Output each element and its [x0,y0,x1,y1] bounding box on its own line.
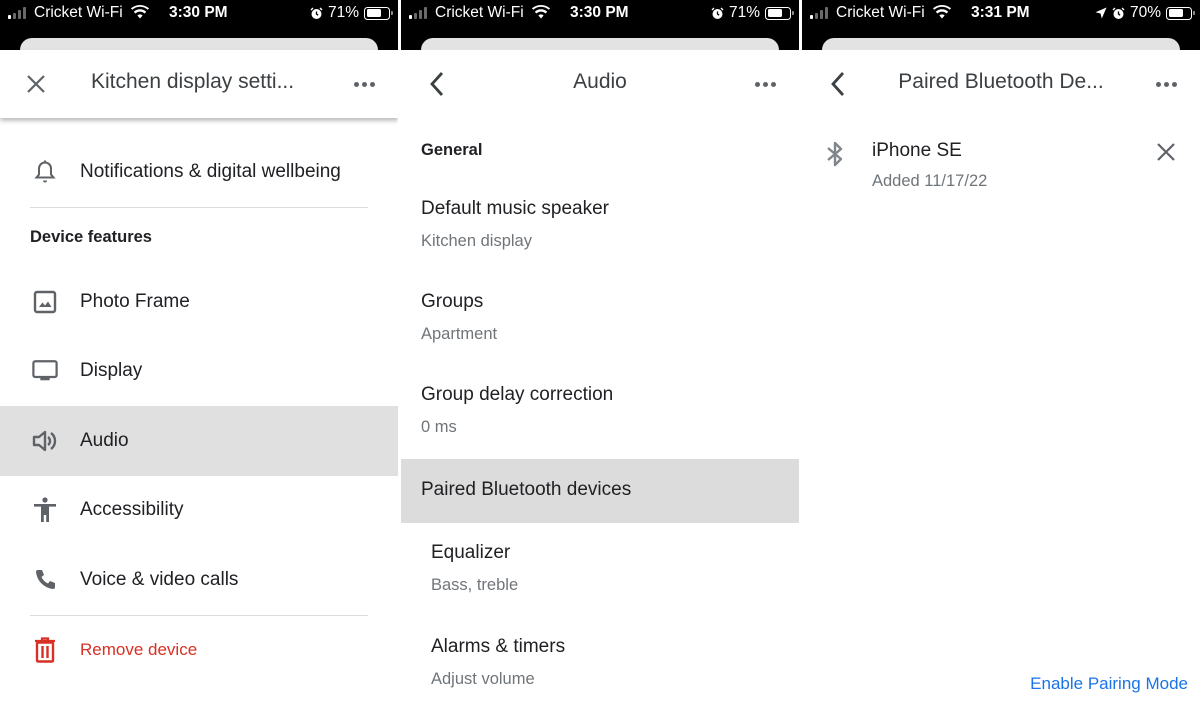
sheet: Paired Bluetooth De... iPhone SE Added 1… [802,50,1200,706]
list-item-equalizer[interactable]: Equalizer Bass, treble [401,534,799,614]
row-subtitle: Apartment [421,325,498,343]
accessibility-icon [32,497,58,523]
signal-icon [8,7,26,19]
wifi-icon [131,5,149,19]
list-item-label: Display [80,360,143,381]
more-horizontal-icon [754,81,760,87]
list-item-voice-video-calls[interactable]: Voice & video calls [0,546,398,614]
header: Kitchen display setti... [0,50,398,118]
more-options-button[interactable] [350,76,378,92]
sheet: Kitchen display setti... Notifications &… [0,50,398,706]
list-item-label: Accessibility [80,499,184,520]
list-item-alarms-timers[interactable]: Alarms & timers Adjust volume [401,628,799,706]
close-icon [27,75,45,93]
row-subtitle: Kitchen display [421,232,532,250]
battery-icon [1166,6,1195,20]
panel-audio: Cricket Wi-Fi 3:30 PM 71% Audio General … [401,0,799,706]
device-added-date: Added 11/17/22 [872,172,988,190]
panel-paired-bluetooth: Cricket Wi-Fi 3:31 PM 70% Paired Bluetoo… [802,0,1200,706]
carrier-label: Cricket Wi-Fi [34,4,123,21]
bell-icon [32,159,58,185]
list-item-label: Notifications & digital wellbeing [80,161,341,182]
battery-icon [765,6,794,20]
alarm-icon [1112,7,1125,19]
carrier-label: Cricket Wi-Fi [836,4,925,21]
more-options-button[interactable] [751,76,779,92]
row-title: Paired Bluetooth devices [421,479,632,500]
row-title: Groups [421,291,484,312]
more-horizontal-icon [353,81,359,87]
remove-device-button[interactable]: Remove device [0,616,398,684]
list-item-display[interactable]: Display [0,337,398,405]
clock: 3:30 PM [570,4,629,21]
list-item-accessibility[interactable]: Accessibility [0,476,398,544]
close-button[interactable] [22,70,50,98]
back-chevron-icon [831,72,845,96]
list-item-label: Photo Frame [80,291,190,312]
page-title: Audio [573,70,627,93]
list-item-label: Audio [80,430,129,451]
list-item-default-music-speaker[interactable]: Default music speaker Kitchen display [401,190,799,270]
paired-device-row[interactable]: iPhone SE Added 11/17/22 [802,132,1200,202]
location-icon [1095,7,1107,19]
divider [30,207,368,208]
row-subtitle: Bass, treble [431,576,519,594]
signal-icon [810,7,828,19]
header: Audio [401,50,799,118]
list-item-groups[interactable]: Groups Apartment [401,283,799,363]
list-item-photo-frame[interactable]: Photo Frame [0,268,398,336]
more-options-button[interactable] [1152,76,1180,92]
page-title: Paired Bluetooth De... [898,70,1104,93]
wifi-icon [532,5,550,19]
signal-icon [409,7,427,19]
clock: 3:31 PM [971,4,1030,21]
enable-pairing-mode-button[interactable]: Enable Pairing Mode [1030,674,1188,694]
row-title: Alarms & timers [431,636,566,657]
forget-device-button[interactable] [1156,142,1176,162]
row-title: Group delay correction [421,384,614,405]
back-chevron-icon [430,72,444,96]
speaker-icon [32,428,58,454]
list-item-label: Remove device [80,640,198,659]
battery-percent: 71% [728,4,760,21]
carrier-label: Cricket Wi-Fi [435,4,524,21]
monitor-icon [32,358,58,384]
row-subtitle: 0 ms [421,418,457,436]
row-title: Equalizer [431,542,511,563]
panel-device-settings: Cricket Wi-Fi 3:30 PM 71% Kitchen displa… [0,0,398,706]
battery-percent: 71% [327,4,359,21]
list-item-label: Voice & video calls [80,569,239,590]
row-subtitle: Adjust volume [431,670,535,688]
back-button[interactable] [824,70,852,98]
trash-icon [32,637,58,663]
wifi-icon [933,5,951,19]
bluetooth-icon [827,141,843,167]
list-item-audio[interactable]: Audio [0,406,398,476]
header: Paired Bluetooth De... [802,50,1200,118]
row-title: Default music speaker [421,198,609,219]
section-header: General [421,141,483,159]
section-header: Device features [30,228,152,246]
alarm-icon [310,7,323,19]
photo-icon [32,289,58,315]
clock: 3:30 PM [169,4,228,21]
list-item-paired-bluetooth-devices[interactable]: Paired Bluetooth devices [401,459,799,523]
phone-icon [32,567,58,593]
list-item-notifications[interactable]: Notifications & digital wellbeing [0,138,398,206]
sheet: Audio General Default music speaker Kitc… [401,50,799,706]
list-item-group-delay-correction[interactable]: Group delay correction 0 ms [401,376,799,456]
battery-percent: 70% [1129,4,1161,21]
more-horizontal-icon [1155,81,1161,87]
device-name: iPhone SE [872,140,962,161]
page-title: Kitchen display setti... [91,70,295,93]
battery-icon [364,6,393,20]
back-button[interactable] [423,70,451,98]
alarm-icon [711,7,724,19]
